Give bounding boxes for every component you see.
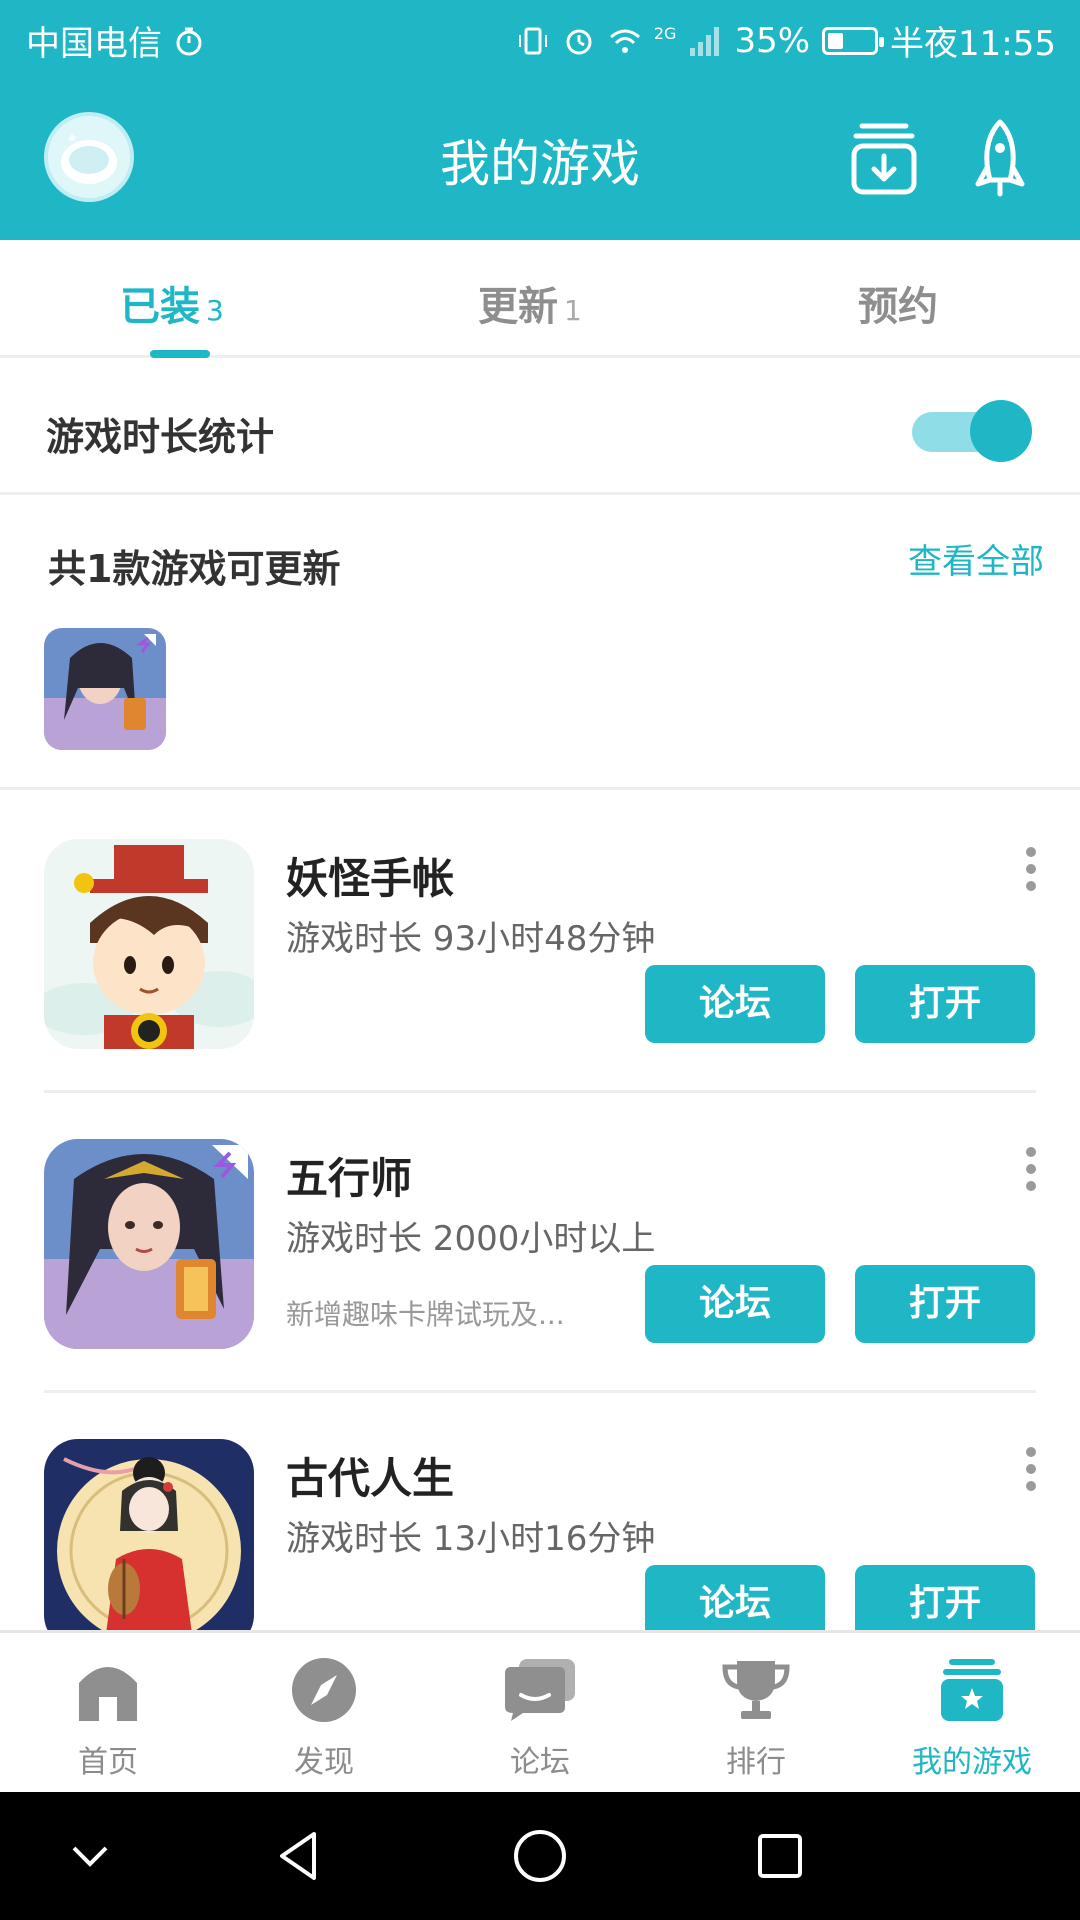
chat-bubbles-icon <box>505 1659 575 1721</box>
game-icon[interactable] <box>44 1139 254 1349</box>
nav-my-games[interactable]: 我的游戏 <box>864 1657 1080 1781</box>
status-bar: 中国电信 2G 35% 半夜11:55 <box>0 0 1080 74</box>
update-game-thumbnail[interactable] <box>44 628 166 750</box>
dot <box>1026 1464 1036 1474</box>
download-manager-button[interactable] <box>848 118 920 198</box>
wifi-icon <box>609 29 640 53</box>
hide-nav-button[interactable] <box>60 1826 120 1886</box>
game-playtime: 游戏时长 93小时48分钟 <box>286 919 656 959</box>
app-header: 我的游戏 <box>0 74 1080 240</box>
tab-updates-label: 更新 <box>478 284 558 330</box>
view-all-link[interactable]: 查看全部 <box>908 534 1044 583</box>
nav-discover[interactable]: 发现 <box>216 1657 432 1781</box>
game-name: 五行师 <box>286 1154 413 1203</box>
download-box-icon <box>851 123 917 195</box>
yokai-watch-game-icon <box>44 839 254 1049</box>
playtime-stats-row: 游戏时长统计 <box>0 360 1080 495</box>
nav-my-games-label: 我的游戏 <box>912 1745 1032 1780</box>
tab-active-indicator <box>150 350 210 358</box>
nav-home-label: 首页 <box>78 1745 138 1780</box>
tab-installed[interactable]: 已装 3 <box>120 274 224 332</box>
bottom-navigation: 首页 发现 论坛 排行 我的游戏 <box>0 1630 1080 1792</box>
recents-square-icon <box>758 1834 802 1878</box>
home-icon <box>79 1667 137 1721</box>
tab-installed-count: 3 <box>206 294 224 327</box>
game-stack-icon <box>941 1659 1003 1721</box>
playtime-stats-toggle[interactable] <box>912 398 1034 462</box>
status-right: 2G 35% 半夜11:55 <box>516 16 1056 65</box>
nav-discover-label: 发现 <box>294 1745 354 1780</box>
system-navigation-bar <box>0 1792 1080 1920</box>
more-options-button[interactable] <box>1016 1443 1046 1503</box>
trophy-icon <box>722 1661 790 1719</box>
timer-icon <box>176 27 202 55</box>
dot <box>1026 1147 1036 1157</box>
forum-button[interactable]: 论坛 <box>645 1265 825 1343</box>
dot <box>1026 864 1036 874</box>
battery-fill <box>828 32 844 49</box>
clock: 半夜11:55 <box>890 24 1056 64</box>
nav-forum-label: 论坛 <box>510 1745 570 1780</box>
game-name: 妖怪手帐 <box>286 854 455 903</box>
toggle-knob <box>970 400 1032 462</box>
rocket-button[interactable] <box>964 118 1036 198</box>
vibrate-icon <box>518 27 547 54</box>
tab-reservations[interactable]: 预约 <box>858 274 938 332</box>
playtime-stats-label: 游戏时长统计 <box>46 415 275 459</box>
tab-installed-label: 已装 <box>120 284 200 330</box>
chevron-down-icon <box>72 1846 108 1867</box>
network-type-label: 2G <box>653 24 677 43</box>
open-button[interactable]: 打开 <box>855 1265 1035 1343</box>
dot <box>1026 847 1036 857</box>
game-item: 五行师 游戏时长 2000小时以上 新增趣味卡牌试玩及... 论坛 打开 <box>0 1093 1080 1393</box>
back-triangle-icon <box>280 1832 316 1880</box>
battery-percent: 35% <box>734 20 811 61</box>
tab-updates-count: 1 <box>564 294 582 327</box>
nav-home[interactable]: 首页 <box>0 1657 216 1781</box>
game-update-note: 新增趣味卡牌试玩及... <box>286 1298 565 1331</box>
game-playtime: 游戏时长 13小时16分钟 <box>286 1519 656 1559</box>
update-section: 共1款游戏可更新 查看全部 <box>0 498 1080 790</box>
nav-ranking-label: 排行 <box>726 1745 786 1780</box>
dot <box>1026 881 1036 891</box>
status-left: 中国电信 <box>26 16 206 65</box>
signal-icon <box>690 26 720 56</box>
game-icon[interactable] <box>44 839 254 1049</box>
dot <box>1026 1447 1036 1457</box>
home-circle-icon <box>514 1830 566 1882</box>
dot <box>1026 1181 1036 1191</box>
dot <box>1026 1164 1036 1174</box>
more-options-button[interactable] <box>1016 843 1046 903</box>
game-item: 妖怪手帐 游戏时长 93小时48分钟 论坛 打开 <box>0 793 1080 1093</box>
wuxingshi-game-icon <box>44 1139 254 1349</box>
recents-button[interactable] <box>750 1826 810 1886</box>
ancient-life-game-icon <box>44 1439 254 1649</box>
compass-icon <box>292 1658 356 1722</box>
dot <box>1026 1481 1036 1491</box>
open-button[interactable]: 打开 <box>855 965 1035 1043</box>
wuxingshi-game-icon <box>44 628 166 750</box>
nav-forum[interactable]: 论坛 <box>432 1657 648 1781</box>
more-options-button[interactable] <box>1016 1143 1046 1203</box>
game-playtime: 游戏时长 2000小时以上 <box>286 1219 656 1259</box>
tab-reservations-label: 预约 <box>858 284 938 330</box>
home-button[interactable] <box>510 1826 570 1886</box>
game-icon[interactable] <box>44 1439 254 1649</box>
update-section-title: 共1款游戏可更新 <box>48 547 341 591</box>
tab-bar: 已装 3 更新 1 预约 <box>0 240 1080 358</box>
alarm-icon <box>566 29 592 54</box>
tab-updates[interactable]: 更新 1 <box>478 274 582 332</box>
battery-icon <box>822 26 885 55</box>
carrier-label: 中国电信 <box>26 24 162 64</box>
forum-button[interactable]: 论坛 <box>645 965 825 1043</box>
game-name: 古代人生 <box>286 1454 455 1503</box>
nav-ranking[interactable]: 排行 <box>648 1657 864 1781</box>
rocket-icon <box>975 119 1025 197</box>
back-button[interactable] <box>270 1826 330 1886</box>
